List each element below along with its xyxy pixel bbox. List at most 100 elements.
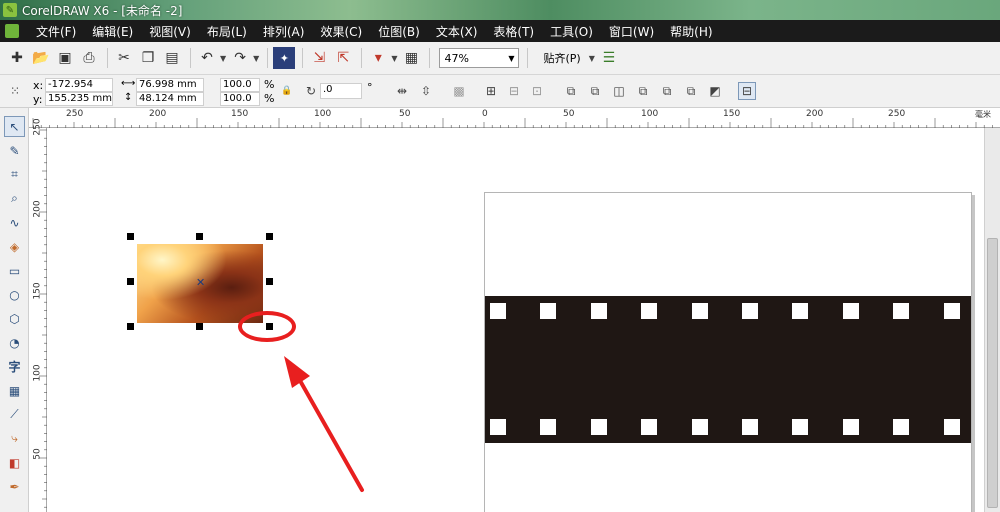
zoom-tool-icon[interactable]: ⌕ [4, 188, 25, 209]
pick-tool-icon[interactable]: ↖ [4, 116, 25, 137]
launcher-dropdown-icon[interactable]: ▼ [391, 54, 397, 63]
selection-handle[interactable] [266, 233, 273, 240]
search-content-icon[interactable]: ✦ [273, 47, 296, 69]
mirror-horizontal-icon[interactable]: ⇹ [393, 82, 411, 100]
back-minus-front-icon[interactable]: ⧉ [682, 82, 700, 100]
x-position-field[interactable]: -172.954 mm [45, 78, 113, 102]
import-icon[interactable]: ⇲ [308, 47, 330, 69]
toolbar-separator [527, 48, 529, 68]
menu-edit[interactable]: 编辑(E) [84, 23, 141, 40]
blend-tool-icon[interactable]: ◧ [4, 452, 25, 473]
snap-dropdown-icon[interactable]: ▼ [589, 54, 595, 63]
redo-icon[interactable]: ↷ [229, 47, 251, 69]
menu-table[interactable]: 表格(T) [485, 23, 542, 40]
table-tool-icon[interactable]: ▦ [4, 380, 25, 401]
ellipse-tool-icon[interactable]: ○ [4, 284, 25, 305]
paste-icon[interactable]: ▤ [161, 47, 183, 69]
selection-handle[interactable] [196, 233, 203, 240]
freehand-tool-icon[interactable]: ∿ [4, 212, 25, 233]
intersect-icon[interactable]: ◫ [610, 82, 628, 100]
scrollbar-thumb[interactable] [987, 238, 998, 508]
polygon-tool-icon[interactable]: ⬡ [4, 308, 25, 329]
save-icon[interactable]: ▣ [54, 47, 76, 69]
zoom-level-value: 47% [444, 51, 469, 65]
menu-file[interactable]: 文件(F) [28, 23, 84, 40]
print-icon[interactable]: ⎙ [78, 47, 100, 69]
align-distribute-icon[interactable]: ⊟ [738, 82, 756, 100]
h-ruler-label: 0 [482, 109, 488, 119]
wrap-text-icon[interactable]: ▩ [450, 82, 468, 100]
group-icon[interactable]: ⊞ [482, 82, 500, 100]
text-tool-icon[interactable]: 字 [4, 356, 25, 377]
selection-handle[interactable] [127, 278, 134, 285]
weld-icon[interactable]: ⧉ [562, 82, 580, 100]
connector-tool-icon[interactable]: ⤷ [4, 428, 25, 449]
v-ruler-label: 200 [32, 200, 43, 218]
smart-fill-icon[interactable]: ◈ [4, 236, 25, 257]
vertical-ruler[interactable]: 250 200 150 100 50 [29, 118, 47, 512]
rotate-icon: ↻ [305, 84, 317, 98]
vertical-scrollbar[interactable] [984, 128, 1000, 512]
menu-view[interactable]: 视图(V) [141, 23, 199, 40]
x-label: x: [33, 79, 44, 92]
selection-handle[interactable] [127, 323, 134, 330]
lock-ratio-icon[interactable]: 🔒 [278, 82, 296, 100]
film-perforation [641, 419, 658, 435]
horizontal-ruler[interactable]: 250 200 150 100 50 0 50 100 150 200 250 … [29, 108, 1000, 128]
options-icon[interactable]: ☰ [598, 47, 620, 69]
create-boundary-icon[interactable]: ◩ [706, 82, 724, 100]
undo-icon[interactable]: ↶ [196, 47, 218, 69]
reference-point-icon[interactable]: ⁙ [6, 82, 24, 100]
film-perforation [540, 303, 557, 319]
front-minus-back-icon[interactable]: ⧉ [658, 82, 676, 100]
eyedropper-tool-icon[interactable]: ✒ [4, 476, 25, 497]
zoom-level-select[interactable]: 47% ▼ [439, 48, 520, 68]
menu-text[interactable]: 文本(X) [428, 23, 486, 40]
simplify-icon[interactable]: ⧉ [634, 82, 652, 100]
scale-width-field[interactable]: 100.0 [220, 78, 260, 92]
menu-tools[interactable]: 工具(O) [542, 23, 601, 40]
mirror-vertical-icon[interactable]: ⇳ [417, 82, 435, 100]
trim-icon[interactable]: ⧉ [586, 82, 604, 100]
menu-layout[interactable]: 布局(L) [199, 23, 255, 40]
undo-dropdown-icon[interactable]: ▼ [220, 54, 226, 63]
h-ruler-label: 250 [888, 109, 906, 119]
film-strip[interactable] [485, 296, 971, 443]
annotation-arrow [284, 356, 364, 492]
rotation-field[interactable]: .0 [320, 83, 362, 99]
drawing-canvas[interactable]: ✕ [47, 128, 984, 512]
redo-dropdown-icon[interactable]: ▼ [253, 54, 259, 63]
selection-handle[interactable] [196, 323, 203, 330]
export-icon[interactable]: ⇱ [332, 47, 354, 69]
film-perforation [842, 303, 859, 319]
film-perforation [540, 419, 557, 435]
cut-icon[interactable]: ✂ [113, 47, 135, 69]
ungroup-icon[interactable]: ⊟ [505, 82, 523, 100]
document-icon[interactable] [5, 24, 19, 38]
snap-to-button[interactable]: 贴齐(P) [543, 50, 580, 66]
menu-window[interactable]: 窗口(W) [601, 23, 662, 40]
menu-arrange[interactable]: 排列(A) [255, 23, 313, 40]
application-launcher-icon[interactable]: ▾ [367, 47, 389, 69]
y-position-field[interactable]: 155.235 mm [45, 92, 113, 106]
copy-icon[interactable]: ❐ [137, 47, 159, 69]
welcome-screen-icon[interactable]: ▦ [400, 47, 422, 69]
selection-handle[interactable] [127, 233, 134, 240]
scale-height-field[interactable]: 100.0 [220, 92, 260, 106]
dimension-tool-icon[interactable]: ⟋ [4, 404, 25, 425]
menu-help[interactable]: 帮助(H) [662, 23, 720, 40]
open-folder-icon[interactable]: 📂 [30, 47, 52, 69]
selection-handle[interactable] [266, 278, 273, 285]
rectangle-tool-icon[interactable]: ▭ [4, 260, 25, 281]
crop-tool-icon[interactable]: ⌗ [4, 164, 25, 185]
width-field[interactable]: 76.998 mm [136, 78, 204, 92]
height-field[interactable]: 48.124 mm [136, 92, 204, 106]
menu-effects[interactable]: 效果(C) [312, 23, 370, 40]
ungroup-all-icon[interactable]: ⊡ [528, 82, 546, 100]
menu-bitmaps[interactable]: 位图(B) [370, 23, 428, 40]
h-ruler-label: 150 [231, 109, 249, 119]
shape-tool-icon[interactable]: ✎ [4, 140, 25, 161]
new-document-icon[interactable]: ✚ [6, 47, 28, 69]
basic-shapes-icon[interactable]: ◔ [4, 332, 25, 353]
film-perforation [590, 303, 607, 319]
